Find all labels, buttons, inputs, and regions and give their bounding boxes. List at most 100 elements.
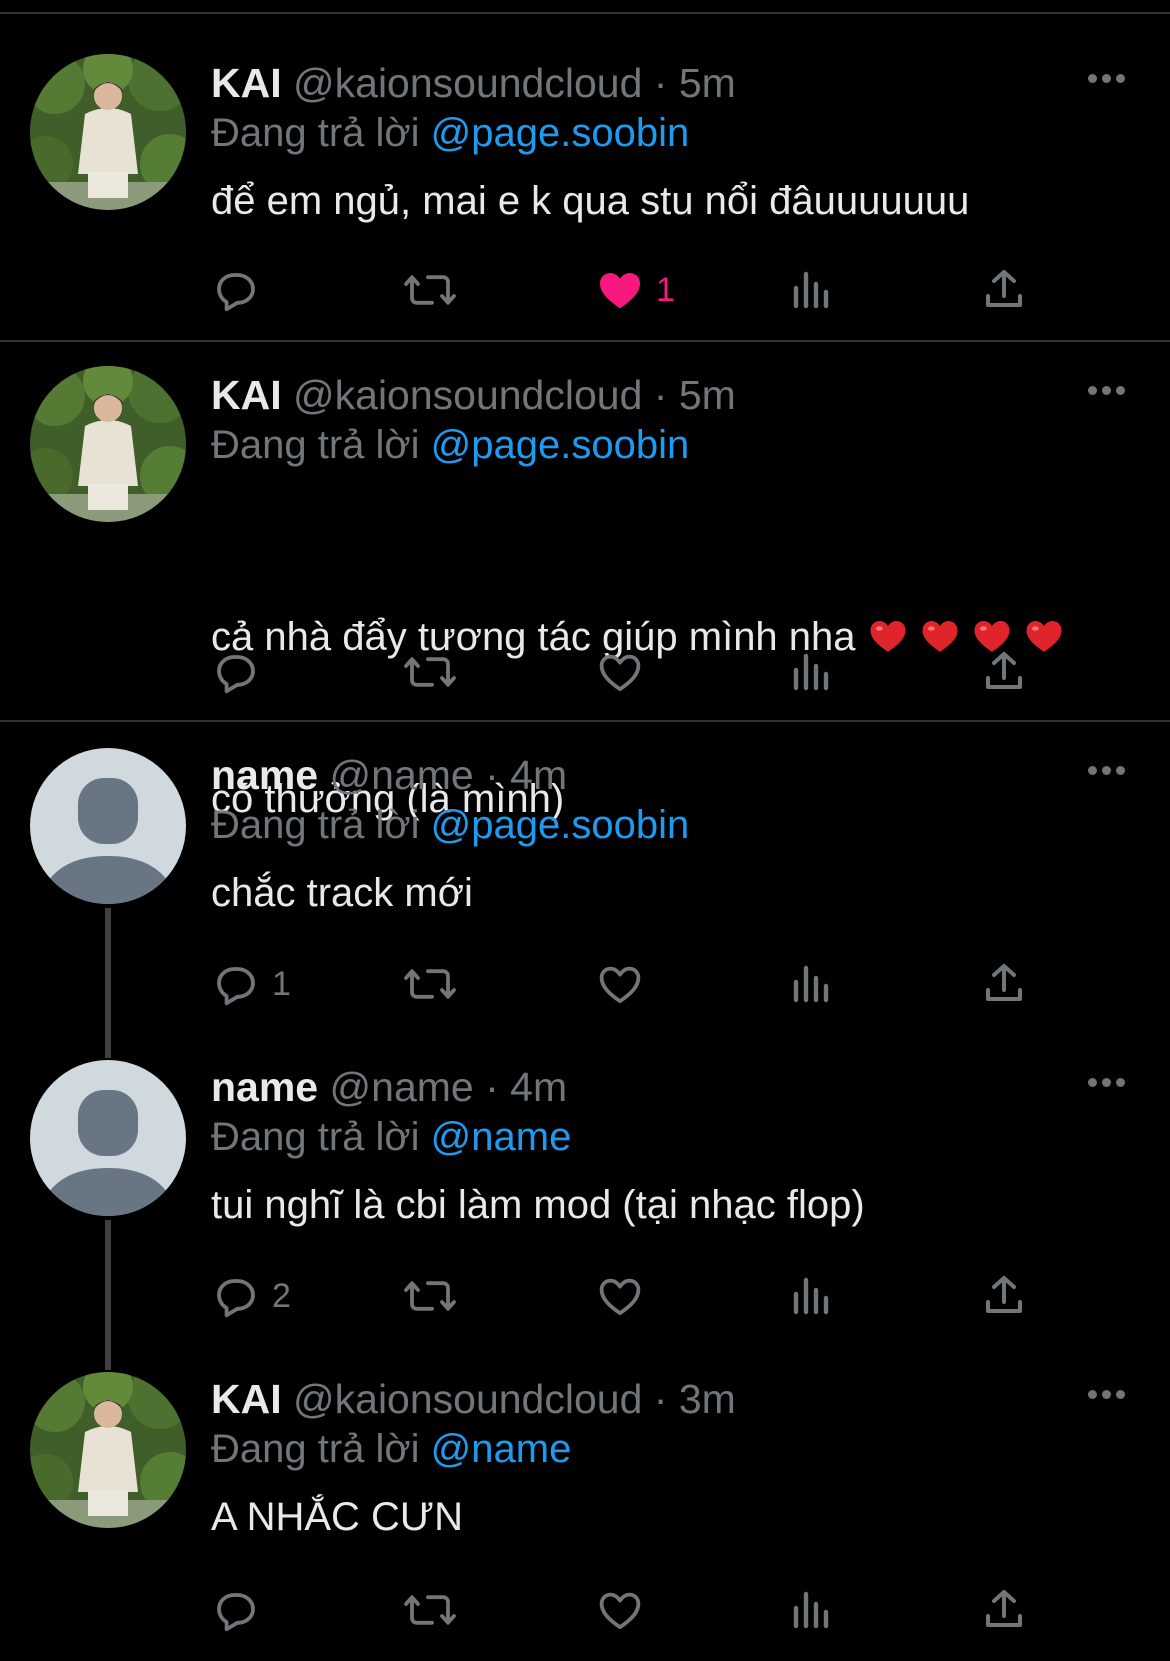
share-button[interactable] bbox=[980, 1580, 1028, 1640]
avatar[interactable] bbox=[30, 1372, 186, 1528]
retweet-button[interactable] bbox=[402, 260, 458, 320]
views-button[interactable] bbox=[790, 260, 834, 320]
avatar[interactable] bbox=[30, 54, 186, 210]
like-button[interactable] bbox=[596, 954, 656, 1014]
like-button[interactable] bbox=[596, 1266, 656, 1326]
share-button[interactable] bbox=[980, 642, 1028, 702]
replying-to: Đang trả lời @page.soobin bbox=[211, 420, 689, 470]
reply-count: 1 bbox=[272, 964, 291, 1003]
views-button[interactable] bbox=[790, 954, 834, 1014]
share-button[interactable] bbox=[980, 260, 1028, 320]
like-button[interactable] bbox=[596, 642, 656, 702]
avatar[interactable] bbox=[30, 748, 186, 904]
user-handle[interactable]: @name bbox=[330, 1064, 474, 1110]
more-icon[interactable] bbox=[1088, 386, 1126, 398]
views-icon bbox=[793, 1591, 829, 1629]
user-handle[interactable]: @kaionsoundcloud bbox=[293, 372, 642, 418]
replying-to: Đang trả lời @page.soobin bbox=[211, 108, 689, 158]
reply-icon bbox=[217, 1593, 255, 1632]
replying-to: Đang trả lời @name bbox=[211, 1424, 571, 1474]
tweet-header: KAI @kaionsoundcloud · 5m bbox=[211, 58, 736, 108]
more-icon[interactable] bbox=[1088, 766, 1126, 778]
top-edge bbox=[0, 0, 1170, 14]
retweet-icon bbox=[404, 1595, 456, 1625]
display-name[interactable]: KAI bbox=[211, 1376, 282, 1422]
tweet-text: tui nghĩ là cbi làm mod (tại nhạc flop) bbox=[211, 1183, 865, 1227]
more-icon[interactable] bbox=[1088, 74, 1126, 86]
replying-to: Đang trả lời @page.soobin bbox=[211, 800, 689, 850]
like-count: 1 bbox=[656, 270, 675, 309]
share-button[interactable] bbox=[980, 1266, 1028, 1326]
views-button[interactable] bbox=[790, 1580, 834, 1640]
tweet-header: KAI @kaionsoundcloud · 3m bbox=[211, 1374, 736, 1424]
share-icon bbox=[986, 1276, 1022, 1313]
mention-link[interactable]: @page.soobin bbox=[431, 111, 690, 155]
tweet[interactable]: KAI @kaionsoundcloud · 5m Đang trả lời @… bbox=[0, 342, 1170, 821]
avatar[interactable] bbox=[30, 1060, 186, 1216]
views-icon bbox=[793, 653, 829, 691]
heart-icon bbox=[599, 1592, 641, 1630]
mention-link[interactable]: @name bbox=[431, 1115, 572, 1159]
like-button[interactable]: 1 bbox=[596, 260, 675, 320]
views-icon bbox=[793, 1277, 829, 1315]
tweet-text: chắc track mới bbox=[211, 871, 473, 915]
replying-label: Đang trả lời bbox=[211, 423, 420, 467]
tweet[interactable]: KAI @kaionsoundcloud · 5m Đang trả lời @… bbox=[0, 14, 1170, 340]
reply-button[interactable] bbox=[212, 260, 272, 320]
reply-button[interactable]: 2 bbox=[212, 1266, 291, 1326]
retweet-button[interactable] bbox=[402, 954, 458, 1014]
user-handle[interactable]: @name bbox=[330, 752, 474, 798]
reply-icon bbox=[217, 655, 255, 694]
user-handle[interactable]: @kaionsoundcloud bbox=[293, 60, 642, 106]
reply-button[interactable] bbox=[212, 1580, 272, 1640]
timestamp[interactable]: 4m bbox=[510, 752, 567, 798]
retweet-icon bbox=[404, 657, 456, 687]
display-name[interactable]: KAI bbox=[211, 372, 282, 418]
display-name[interactable]: name bbox=[211, 752, 318, 798]
views-button[interactable] bbox=[790, 1266, 834, 1326]
mention-link[interactable]: @page.soobin bbox=[431, 423, 690, 467]
avatar[interactable] bbox=[30, 366, 186, 522]
views-button[interactable] bbox=[790, 642, 834, 702]
timestamp[interactable]: 5m bbox=[679, 372, 736, 418]
tweet[interactable]: name @name · 4m Đang trả lời @name tui n… bbox=[0, 1034, 1170, 1346]
share-icon bbox=[986, 270, 1022, 307]
tweet-text: để em ngủ, mai e k qua stu nổi đâuuuuuuu bbox=[211, 179, 970, 223]
tweet-header: name @name · 4m bbox=[211, 750, 567, 800]
retweet-button[interactable] bbox=[402, 642, 458, 702]
display-name[interactable]: KAI bbox=[211, 60, 282, 106]
views-icon bbox=[793, 271, 829, 309]
heart-icon bbox=[599, 966, 641, 1004]
replying-label: Đang trả lời bbox=[211, 111, 420, 155]
reply-count: 2 bbox=[272, 1276, 291, 1315]
tweet[interactable]: KAI @kaionsoundcloud · 3m Đang trả lời @… bbox=[0, 1346, 1170, 1661]
display-name[interactable]: name bbox=[211, 1064, 318, 1110]
separator-dot: · bbox=[653, 372, 668, 418]
replying-label: Đang trả lời bbox=[211, 1115, 420, 1159]
reply-icon bbox=[217, 967, 255, 1006]
user-handle[interactable]: @kaionsoundcloud bbox=[293, 1376, 642, 1422]
tweet-text: A NHẮC CƯN bbox=[211, 1495, 463, 1539]
reply-button[interactable] bbox=[212, 642, 272, 702]
separator-dot: · bbox=[653, 1376, 668, 1422]
mention-link[interactable]: @name bbox=[431, 1427, 572, 1471]
timestamp[interactable]: 3m bbox=[679, 1376, 736, 1422]
more-icon[interactable] bbox=[1088, 1390, 1126, 1402]
more-icon[interactable] bbox=[1088, 1078, 1126, 1090]
views-icon bbox=[793, 965, 829, 1003]
replying-label: Đang trả lời bbox=[211, 1427, 420, 1471]
action-bar: 1 bbox=[0, 954, 1170, 1014]
tweet[interactable]: name @name · 4m Đang trả lời @page.soobi… bbox=[0, 722, 1170, 1034]
reply-button[interactable]: 1 bbox=[212, 954, 291, 1014]
share-button[interactable] bbox=[980, 954, 1028, 1014]
timestamp[interactable]: 5m bbox=[679, 60, 736, 106]
like-button[interactable] bbox=[596, 1580, 656, 1640]
separator-dot: · bbox=[653, 60, 668, 106]
retweet-button[interactable] bbox=[402, 1580, 458, 1640]
reply-icon bbox=[217, 273, 255, 312]
retweet-button[interactable] bbox=[402, 1266, 458, 1326]
timestamp[interactable]: 4m bbox=[510, 1064, 567, 1110]
share-icon bbox=[986, 964, 1022, 1001]
heart-icon bbox=[599, 654, 641, 692]
mention-link[interactable]: @page.soobin bbox=[431, 803, 690, 847]
